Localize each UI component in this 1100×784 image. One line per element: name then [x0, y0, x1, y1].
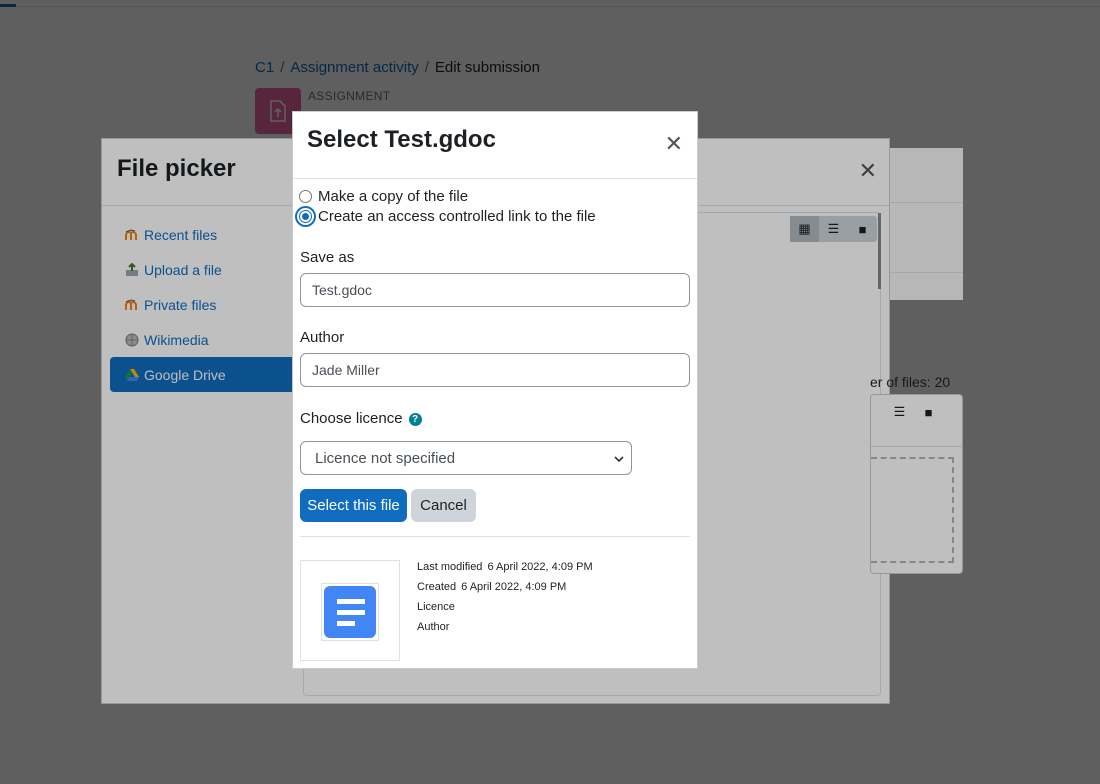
- select-this-file-button[interactable]: Select this file: [300, 489, 407, 522]
- option-access-controlled-link[interactable]: Create an access controlled link to the …: [299, 208, 596, 225]
- meta-label: Author: [417, 621, 450, 633]
- radio-access-controlled-link[interactable]: [299, 210, 312, 223]
- save-as-input[interactable]: [300, 273, 690, 307]
- option-label: Create an access controlled link to the …: [318, 208, 596, 225]
- save-as-label: Save as: [300, 249, 355, 266]
- select-file-dialog: Select Test.gdoc ✕ Make a copy of the fi…: [292, 111, 698, 669]
- help-icon[interactable]: ?: [408, 412, 422, 426]
- licence-select[interactable]: Licence not specified: [300, 441, 632, 475]
- licence-selected-value: Licence not specified: [315, 449, 456, 467]
- close-icon[interactable]: ✕: [665, 131, 683, 157]
- file-thumbnail-frame: [321, 583, 379, 641]
- author-input[interactable]: [300, 353, 690, 387]
- select-dialog-title: Select Test.gdoc: [307, 126, 496, 153]
- select-dialog-header: Select Test.gdoc ✕: [293, 112, 697, 179]
- meta-licence: Licence: [417, 601, 460, 613]
- meta-last-modified: Last modified 6 April 2022, 4:09 PM: [417, 561, 593, 573]
- meta-label: Last modified: [417, 561, 483, 573]
- radio-copy-file[interactable]: [299, 190, 312, 203]
- meta-created: Created 6 April 2022, 4:09 PM: [417, 581, 566, 593]
- meta-value: 6 April 2022, 4:09 PM: [487, 561, 593, 573]
- google-docs-icon: [324, 586, 376, 638]
- option-label: Make a copy of the file: [318, 188, 469, 205]
- option-copy-file[interactable]: Make a copy of the file: [299, 188, 468, 205]
- meta-value: 6 April 2022, 4:09 PM: [461, 581, 567, 593]
- author-label: Author: [300, 329, 345, 346]
- file-thumbnail: [300, 560, 400, 661]
- meta-author: Author: [417, 621, 454, 633]
- licence-label-row: Choose licence?: [300, 410, 422, 427]
- cancel-button[interactable]: Cancel: [411, 489, 476, 522]
- meta-label: Licence: [417, 601, 455, 613]
- divider: [300, 536, 690, 537]
- meta-label: Created: [417, 581, 457, 593]
- chevron-down-icon: [614, 450, 624, 467]
- licence-label: Choose licence: [300, 410, 403, 427]
